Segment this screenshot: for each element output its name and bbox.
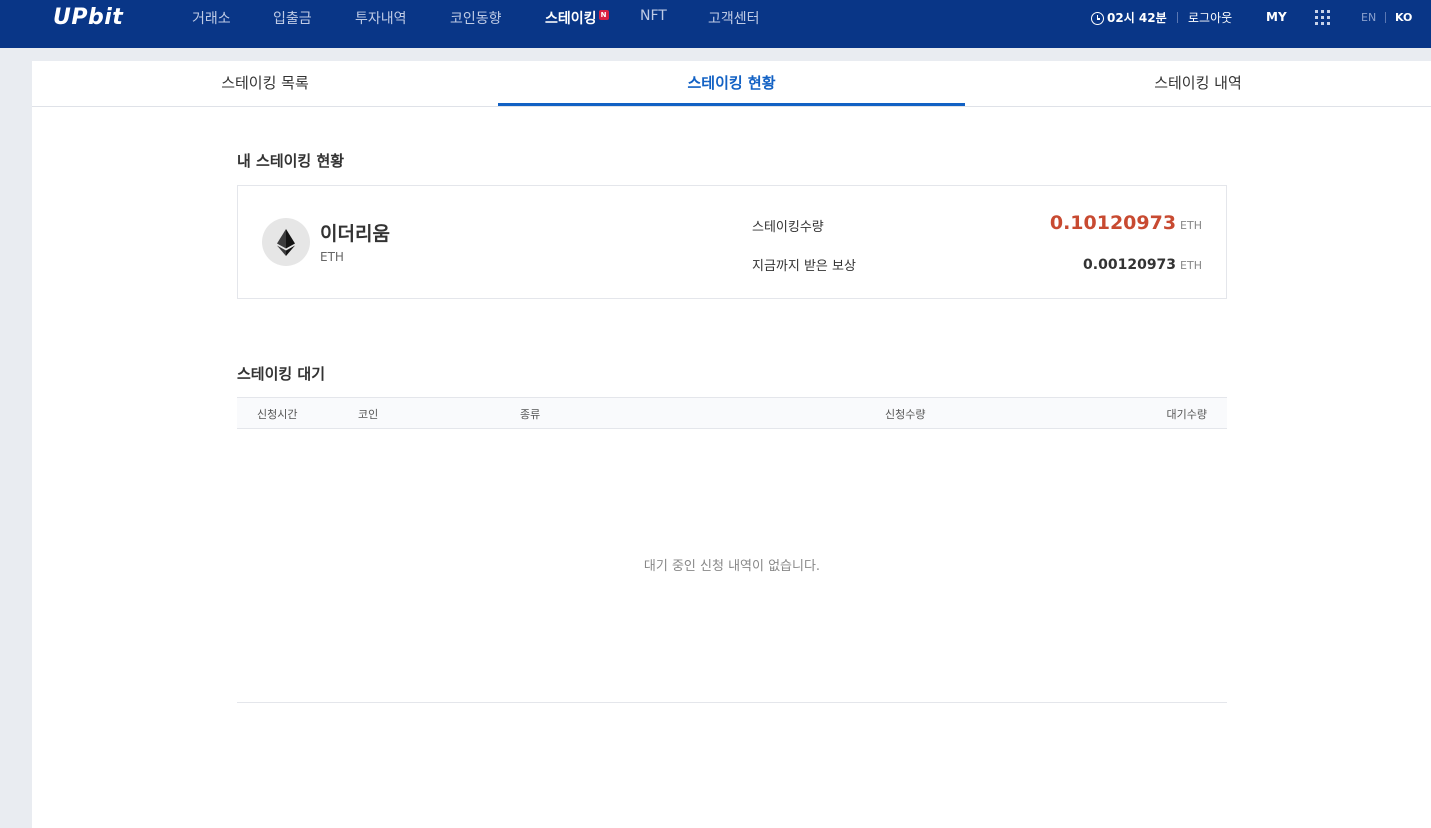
nav-customer-center[interactable]: 고객센터 xyxy=(708,8,760,28)
ethereum-icon xyxy=(262,218,310,266)
top-navigation-bar: UPbit 거래소 입출금 투자내역 코인동향 스테이킹 N NFT 고객센터 0… xyxy=(0,0,1431,48)
divider xyxy=(1177,12,1178,23)
table-bottom-border xyxy=(237,702,1227,703)
nav-exchange[interactable]: 거래소 xyxy=(192,8,231,28)
staking-asset-card: 이더리움 ETH 스테이킹수량 0.10120973 ETH 지금까지 받은 보상… xyxy=(237,185,1227,299)
divider xyxy=(1385,12,1386,23)
language-ko-button[interactable]: KO xyxy=(1395,11,1412,24)
staking-amount-unit: ETH xyxy=(1180,219,1202,232)
new-badge: N xyxy=(598,10,609,20)
staking-amount-value: 0.10120973 ETH xyxy=(1050,212,1202,234)
nav-coin-trends[interactable]: 코인동향 xyxy=(450,8,502,28)
staking-amount-label: 스테이킹수량 xyxy=(752,220,824,235)
empty-state-message: 대기 중인 신청 내역이 없습니다. xyxy=(643,559,821,574)
tab-staking-history[interactable]: 스테이킹 내역 xyxy=(965,61,1431,106)
clock-icon xyxy=(1091,12,1104,25)
pending-staking-title: 스테이킹 대기 xyxy=(237,365,326,383)
column-coin: 코인 xyxy=(358,408,379,421)
my-page-button[interactable]: MY xyxy=(1266,10,1287,24)
column-request-time: 신청시간 xyxy=(257,408,298,421)
nav-nft[interactable]: NFT xyxy=(640,8,667,24)
my-staking-title: 내 스테이킹 현황 xyxy=(237,152,345,170)
clock-text: 02시 42분 xyxy=(1107,11,1167,25)
tab-staking-list[interactable]: 스테이킹 목록 xyxy=(32,61,498,106)
nav-staking[interactable]: 스테이킹 N xyxy=(545,8,609,28)
tab-staking-status[interactable]: 스테이킹 현황 xyxy=(498,61,965,106)
logout-button[interactable]: 로그아웃 xyxy=(1188,9,1232,26)
pending-table-header: 신청시간 코인 종류 신청수량 대기수량 xyxy=(237,397,1227,429)
app-grid-icon[interactable] xyxy=(1315,10,1330,25)
language-en-button[interactable]: EN xyxy=(1361,11,1376,24)
coin-symbol: ETH xyxy=(320,250,344,264)
active-tab-indicator xyxy=(498,103,965,106)
coin-name: 이더리움 xyxy=(320,223,390,245)
nav-staking-label: 스테이킹 xyxy=(545,11,597,27)
nav-investments[interactable]: 투자내역 xyxy=(355,8,407,28)
staking-tabs: 스테이킹 목록 스테이킹 현황 스테이킹 내역 xyxy=(32,61,1431,107)
session-clock: 02시 42분 xyxy=(1091,9,1167,26)
nav-deposit-withdraw[interactable]: 입출금 xyxy=(273,8,312,28)
rewards-value: 0.00120973 ETH xyxy=(1083,254,1202,273)
main-panel: 스테이킹 목록 스테이킹 현황 스테이킹 내역 내 스테이킹 현황 이더리움 E… xyxy=(32,61,1431,828)
column-type: 종류 xyxy=(520,408,541,421)
staking-amount-number: 0.10120973 xyxy=(1049,212,1177,234)
rewards-number: 0.00120973 xyxy=(1083,257,1177,273)
column-request-amount: 신청수량 xyxy=(885,408,926,421)
column-pending-amount: 대기수량 xyxy=(1166,408,1207,421)
upbit-logo[interactable]: UPbit xyxy=(53,4,123,32)
rewards-unit: ETH xyxy=(1180,259,1202,272)
rewards-label: 지금까지 받은 보상 xyxy=(752,259,856,274)
